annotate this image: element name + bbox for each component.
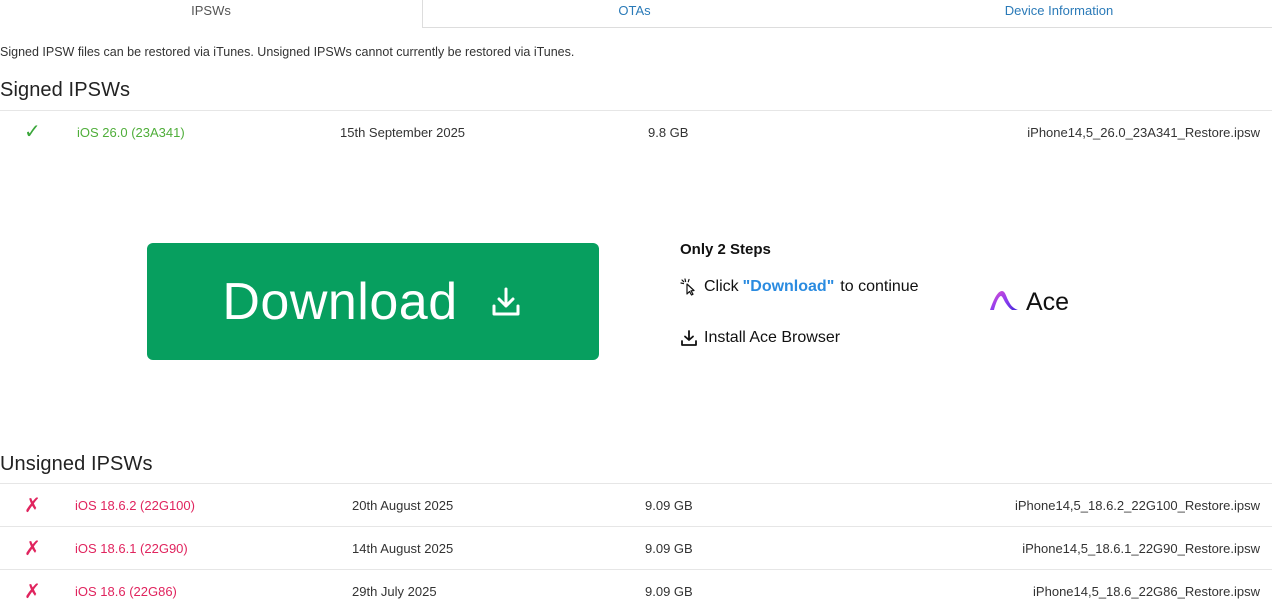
- tab-device-information[interactable]: Device Information: [846, 0, 1272, 28]
- signed-heading: Signed IPSWs: [0, 79, 131, 101]
- file-size: 9.8 GB: [648, 125, 689, 140]
- ace-logo-icon: [988, 288, 1022, 317]
- table-row[interactable]: ✗ iOS 18.6 (22G86) 29th July 2025 9.09 G…: [0, 569, 1272, 605]
- steps-title: Only 2 Steps: [680, 241, 771, 258]
- download-ad-label: Download: [222, 272, 458, 331]
- step1-highlight: "Download": [742, 278, 835, 295]
- file-size: 9.09 GB: [645, 584, 693, 599]
- version-link[interactable]: iOS 18.6.1 (22G90): [75, 527, 188, 570]
- file-name: iPhone14,5_26.0_23A341_Restore.ipsw: [1027, 125, 1260, 140]
- file-name: iPhone14,5_18.6_22G86_Restore.ipsw: [1033, 584, 1260, 599]
- file-size: 9.09 GB: [645, 498, 693, 513]
- step-install-browser: Install Ace Browser: [680, 329, 840, 347]
- step-click-download: Click "Download" to continue: [680, 278, 919, 296]
- cursor-click-icon: [680, 278, 698, 296]
- release-date: 15th September 2025: [340, 125, 466, 140]
- intro-text: Signed IPSW files can be restored via iT…: [0, 45, 575, 59]
- file-size: 9.09 GB: [645, 541, 693, 556]
- tab-otas[interactable]: OTAs: [423, 0, 846, 28]
- unsigned-heading: Unsigned IPSWs: [0, 453, 153, 475]
- version-link[interactable]: iOS 26.0 (23A341): [77, 111, 185, 154]
- table-row[interactable]: ✗ iOS 18.6.2 (22G100) 20th August 2025 9…: [0, 483, 1272, 526]
- download-icon: [488, 284, 524, 320]
- check-icon: ✓: [24, 121, 41, 143]
- table-row[interactable]: ✓ iOS 26.0 (23A341) 15th September 2025 …: [0, 110, 1272, 153]
- step1-suffix: to continue: [840, 278, 919, 295]
- ace-logo-text: Ace: [1026, 288, 1070, 316]
- release-date: 29th July 2025: [352, 584, 437, 599]
- version-link[interactable]: iOS 18.6 (22G86): [75, 570, 177, 613]
- version-link[interactable]: iOS 18.6.2 (22G100): [75, 484, 195, 527]
- file-name: iPhone14,5_18.6.2_22G100_Restore.ipsw: [1014, 498, 1260, 513]
- download-ad-button[interactable]: Download: [147, 243, 599, 360]
- step2-text: Install Ace Browser: [704, 329, 841, 346]
- step1-prefix: Click: [704, 278, 739, 295]
- download-small-icon: [680, 329, 698, 347]
- tab-ipsws[interactable]: IPSWs: [0, 0, 423, 28]
- file-name: iPhone14,5_18.6.1_22G90_Restore.ipsw: [1022, 541, 1260, 556]
- release-date: 14th August 2025: [352, 541, 454, 556]
- release-date: 20th August 2025: [352, 498, 454, 513]
- cross-icon: ✗: [24, 579, 41, 603]
- table-row[interactable]: ✗ iOS 18.6.1 (22G90) 14th August 2025 9.…: [0, 526, 1272, 569]
- cross-icon: ✗: [24, 536, 41, 560]
- tab-bar: IPSWs OTAs Device Information: [0, 0, 1272, 28]
- cross-icon: ✗: [24, 493, 41, 517]
- ace-logo[interactable]: Ace: [988, 288, 1069, 317]
